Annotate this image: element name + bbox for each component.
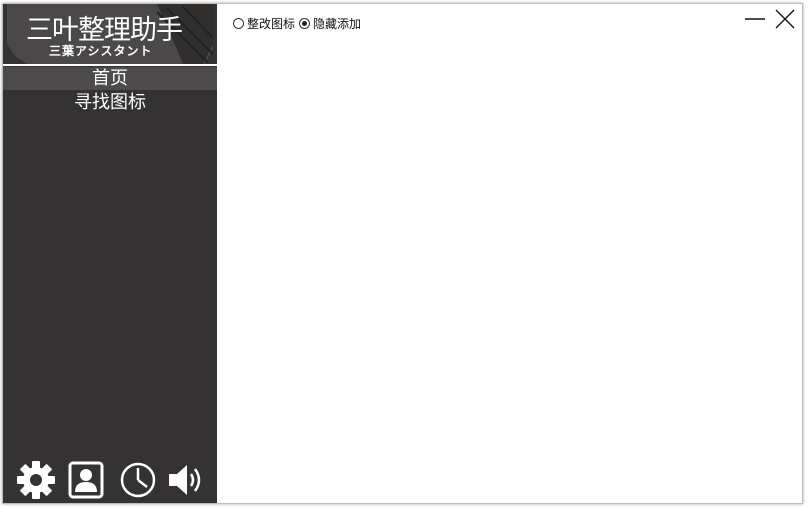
sidebar-item-find-icons[interactable]: 寻找图标 (3, 91, 217, 114)
mode-options: 整改图标 隐藏添加 (233, 15, 365, 32)
speaker-icon[interactable] (167, 460, 205, 500)
gear-icon[interactable] (17, 460, 55, 500)
sidebar-item-home[interactable]: 首页 (3, 67, 217, 90)
minimize-button[interactable] (744, 9, 766, 29)
sidebar: 三叶整理助手 三葉アシスタント 首页 寻找图标 (3, 4, 217, 503)
option-hide-add[interactable]: 隐藏添加 (299, 15, 361, 32)
option-rectify-icons[interactable]: 整改图标 (233, 15, 295, 32)
app-window: 三叶整理助手 三葉アシスタント 首页 寻找图标 整改图标 隐藏添加 (2, 3, 803, 504)
app-subtitle: 三葉アシスタント (49, 44, 153, 58)
close-icon (775, 9, 795, 29)
radio-unchecked-icon[interactable] (233, 18, 244, 29)
main-panel: 整改图标 隐藏添加 (217, 4, 802, 503)
option-hide-add-label: 隐藏添加 (313, 17, 362, 31)
sidebar-bottom-toolbar (17, 460, 203, 500)
clock-icon[interactable] (119, 460, 157, 500)
sidebar-divider (3, 64, 217, 66)
user-icon[interactable] (67, 460, 105, 500)
close-button[interactable] (774, 9, 796, 29)
minimize-icon (745, 18, 765, 20)
app-logo: 三叶整理助手 三葉アシスタント (7, 4, 213, 64)
option-rectify-icons-label: 整改图标 (247, 17, 296, 31)
radio-checked-icon[interactable] (299, 18, 311, 29)
